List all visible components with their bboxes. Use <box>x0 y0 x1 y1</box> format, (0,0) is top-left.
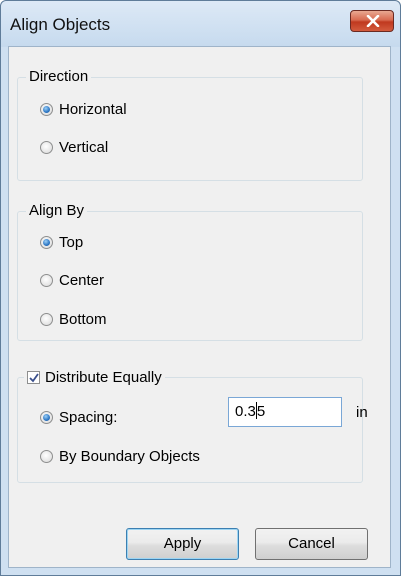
direction-group-label: Direction <box>26 67 92 87</box>
checkmark-icon <box>29 372 39 382</box>
spacing-unit: in <box>356 404 368 421</box>
apply-button[interactable]: Apply <box>126 528 239 560</box>
radio-center-label: Center <box>59 271 105 289</box>
radio-spacing[interactable]: Spacing: <box>40 406 117 428</box>
title-bar[interactable]: Align Objects <box>1 1 400 47</box>
align-by-group-label: Align By <box>26 201 88 221</box>
spacing-value-after-caret: 5 <box>256 403 266 420</box>
radio-indicator <box>40 273 53 287</box>
dialog-title: Align Objects <box>10 15 111 34</box>
radio-bottom[interactable]: Bottom <box>40 308 107 330</box>
radio-top[interactable]: Top <box>40 231 83 253</box>
radio-horizontal-label: Horizontal <box>59 100 127 118</box>
checkbox-indicator <box>27 370 40 384</box>
spacing-value-before-caret: 0.3 <box>235 403 256 420</box>
radio-bottom-label: Bottom <box>59 310 107 328</box>
close-button[interactable] <box>350 10 394 32</box>
radio-vertical-label: Vertical <box>59 138 109 156</box>
radio-indicator <box>40 140 53 154</box>
radio-by-boundary-objects-label: By Boundary Objects <box>59 447 200 465</box>
radio-horizontal[interactable]: Horizontal <box>40 98 127 120</box>
distribute-equally-label: Distribute Equally <box>45 368 162 386</box>
distribute-group: Distribute Equally Spacing: By Boundary … <box>17 367 363 483</box>
close-icon <box>366 15 380 27</box>
spacing-input[interactable]: 0.35 <box>228 397 342 427</box>
radio-spacing-label: Spacing: <box>59 408 118 426</box>
distribute-equally-checkbox[interactable]: Distribute Equally <box>24 367 165 387</box>
radio-center[interactable]: Center <box>40 269 104 291</box>
radio-indicator <box>40 312 53 326</box>
radio-vertical[interactable]: Vertical <box>40 136 108 158</box>
radio-indicator <box>40 449 53 463</box>
radio-indicator <box>40 102 53 116</box>
radio-indicator <box>40 410 53 424</box>
cancel-button[interactable]: Cancel <box>255 528 368 560</box>
radio-by-boundary-objects[interactable]: By Boundary Objects <box>40 445 200 467</box>
radio-indicator <box>40 235 53 249</box>
radio-top-label: Top <box>59 233 84 251</box>
align-by-group: Align By Top Center Bottom <box>17 201 363 341</box>
direction-group: Direction Horizontal Vertical <box>17 67 363 181</box>
